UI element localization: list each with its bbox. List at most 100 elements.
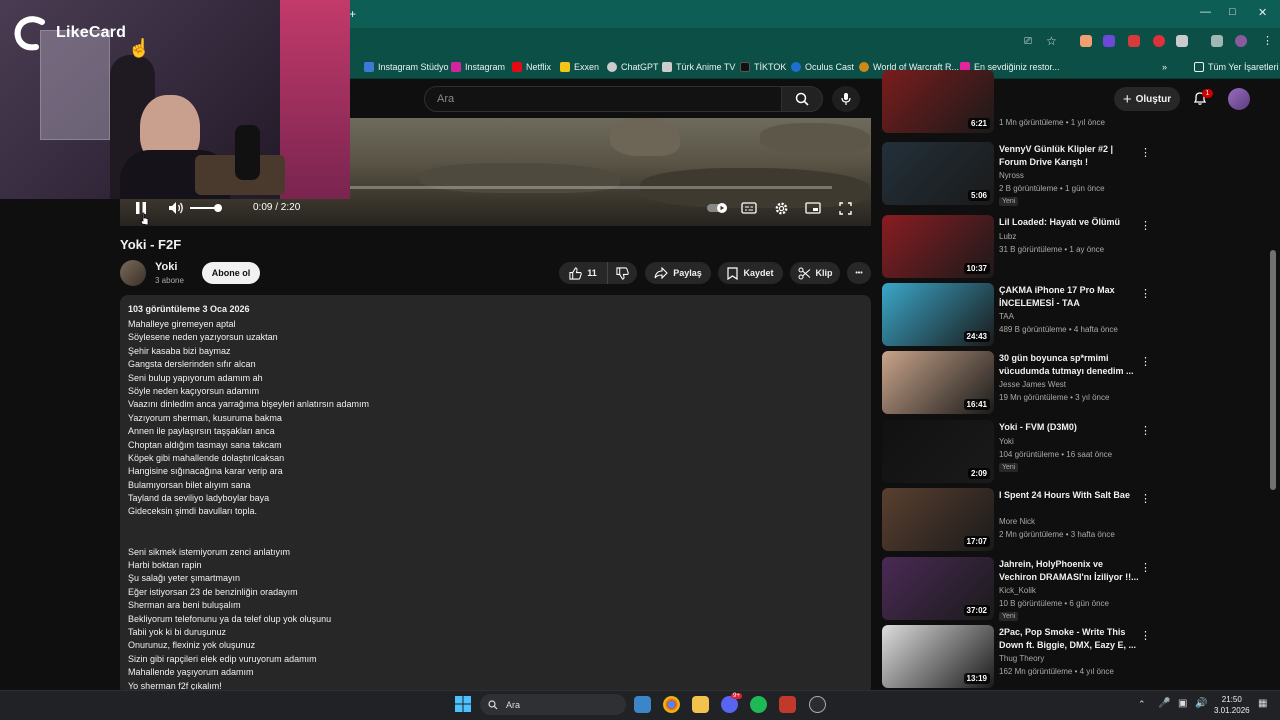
clip-button[interactable]: Klip <box>790 262 840 284</box>
share-button[interactable]: Paylaş <box>645 262 711 284</box>
fullscreen-button[interactable] <box>836 199 854 217</box>
recommendation-card[interactable]: 16:41 30 gün boyunca sp*rmimi vücudumda t… <box>882 351 1182 415</box>
voice-search-button[interactable] <box>832 86 860 112</box>
description-box[interactable]: 103 görüntüleme 3 Oca 2026 Mahalleye gir… <box>120 295 871 695</box>
recommendation-menu-icon[interactable]: ⋮ <box>1140 146 1151 159</box>
recommendation-menu-icon[interactable]: ⋮ <box>1140 424 1151 437</box>
extensions-puzzle-icon[interactable] <box>1176 35 1188 47</box>
recommendation-title[interactable]: ÇAKMA iPhone 17 Pro Max İNCELEMESİ - TAA <box>999 284 1139 309</box>
bookmark-item[interactable]: Netflix <box>512 55 551 79</box>
recommendation-card[interactable]: 37:02 Jahrein, HolyPhoenix ve Vechiron DR… <box>882 557 1182 621</box>
extension-icon[interactable] <box>1153 35 1165 47</box>
bookmark-star-icon[interactable]: ☆ <box>1046 34 1057 48</box>
recommendation-menu-icon[interactable]: ⋮ <box>1140 561 1151 574</box>
miniplayer-button[interactable] <box>804 199 822 217</box>
extension-icon[interactable] <box>1080 35 1092 47</box>
bookmark-item[interactable]: Instagram Stüdyo <box>364 55 449 79</box>
account-avatar[interactable] <box>1228 88 1250 110</box>
bookmark-item[interactable]: Türk Anime TV <box>662 55 735 79</box>
recommendation-menu-icon[interactable]: ⋮ <box>1140 219 1151 232</box>
all-bookmarks-folder[interactable]: Tüm Yer İşaretleri <box>1194 55 1279 79</box>
recommendation-channel[interactable]: More Nick <box>999 517 1035 526</box>
channel-name[interactable]: Yoki <box>155 261 177 273</box>
volume-tray-icon[interactable]: 🔊 <box>1195 698 1207 709</box>
dislike-button[interactable] <box>607 262 637 284</box>
minimize-icon[interactable]: — <box>1200 6 1211 18</box>
recommendation-card[interactable]: 17:07 I Spent 24 Hours With Salt Bae More … <box>882 488 1182 552</box>
recommendation-channel[interactable]: TAA <box>999 312 1014 321</box>
spotify-icon[interactable] <box>750 696 767 713</box>
media-icon[interactable] <box>1211 35 1223 47</box>
extension-icon[interactable] <box>1103 35 1115 47</box>
subtitles-button[interactable] <box>740 199 758 217</box>
tray-overflow-icon[interactable]: ⌃ <box>1138 699 1146 710</box>
recommendation-title[interactable]: 2Pac, Pop Smoke - Write This Down ft. Bi… <box>999 626 1139 651</box>
mute-button[interactable] <box>166 199 186 217</box>
channel-avatar[interactable] <box>120 260 146 286</box>
network-icon[interactable]: ▣ <box>1178 698 1187 709</box>
recommendation-title[interactable]: Yoki - FVM (D3M0) <box>999 421 1139 434</box>
recommendation-card[interactable]: 13:19 2Pac, Pop Smoke - Write This Down f… <box>882 625 1182 689</box>
voicemeeter-icon[interactable] <box>779 696 796 713</box>
recommendation-title[interactable]: Jahrein, HolyPhoenix ve Vechiron DRAMASI… <box>999 558 1139 583</box>
recommendation-card[interactable]: 24:43 ÇAKMA iPhone 17 Pro Max İNCELEMESİ … <box>882 283 1182 347</box>
volume-slider-handle[interactable] <box>214 204 222 212</box>
save-button[interactable]: Kaydet <box>718 262 783 284</box>
new-tab-button[interactable]: + <box>349 7 356 21</box>
menu-kebab-icon[interactable]: ⋮ <box>1262 34 1273 47</box>
recommendation-thumbnail[interactable]: 5:06 <box>882 142 994 205</box>
photos-app-icon[interactable] <box>634 696 651 713</box>
notification-center-icon[interactable]: ▦ <box>1258 698 1267 709</box>
extension-icon[interactable] <box>1128 35 1140 47</box>
recommendation-thumbnail[interactable]: 37:02 <box>882 557 994 620</box>
recommendation-channel[interactable]: Yoki <box>999 437 1014 446</box>
recommendation-title[interactable]: VennyV Günlük Klipler #2 | Forum Drive K… <box>999 143 1139 168</box>
recommendation-menu-icon[interactable]: ⋮ <box>1140 492 1151 505</box>
recommendation-thumbnail[interactable]: 24:43 <box>882 283 994 346</box>
recommendation-card[interactable]: 5:06 VennyV Günlük Klipler #2 | Forum Dri… <box>882 142 1182 206</box>
recommendation-thumbnail[interactable]: 13:19 <box>882 625 994 688</box>
recommendation-channel[interactable]: Kick_Kolik <box>999 586 1036 595</box>
maximize-icon[interactable]: □ <box>1229 6 1236 18</box>
profile-avatar-icon[interactable] <box>1235 35 1247 47</box>
recommendation-card[interactable]: 10:37 Lil Loaded: Hayatı ve Ölümü Lubz 31 B… <box>882 215 1182 279</box>
tray-mic-icon[interactable]: 🎤 <box>1158 698 1170 709</box>
cast-icon[interactable]: ⎚ <box>1024 36 1032 47</box>
windows-start-icon[interactable] <box>455 696 471 712</box>
bookmark-item[interactable]: TİKTOK <box>740 55 786 79</box>
recommendation-card[interactable]: 2:09 Yoki - FVM (D3M0) Yoki 104 görüntüleme… <box>882 420 1182 484</box>
recommendation-thumbnail[interactable]: 2:09 <box>882 420 994 483</box>
bookmark-item[interactable]: Instagram <box>451 55 505 79</box>
recommendation-menu-icon[interactable]: ⋮ <box>1140 629 1151 642</box>
recommendation-channel[interactable]: Jesse James West <box>999 380 1066 389</box>
recommendation-thumbnail[interactable]: 10:37 <box>882 215 994 278</box>
recommendation-thumbnail[interactable]: 16:41 <box>882 351 994 414</box>
recommendation-menu-icon[interactable]: ⋮ <box>1140 287 1151 300</box>
autoplay-toggle[interactable] <box>706 199 728 217</box>
close-icon[interactable]: ✕ <box>1258 6 1267 19</box>
like-button[interactable]: 11 <box>559 262 607 284</box>
steam-icon[interactable] <box>809 696 826 713</box>
settings-button[interactable] <box>772 199 790 217</box>
recommendation-title[interactable]: 30 gün boyunca sp*rmimi vücudumda tutmay… <box>999 352 1139 377</box>
recommendation-channel[interactable]: Nyross <box>999 171 1024 180</box>
taskbar-clock[interactable]: 21:50 3.01.2026 <box>1214 694 1250 716</box>
recommendation-channel[interactable]: Lubz <box>999 232 1016 241</box>
recommendation-title[interactable]: I Spent 24 Hours With Salt Bae <box>999 489 1139 502</box>
recommendation-thumbnail[interactable]: 17:07 <box>882 488 994 551</box>
search-input[interactable]: Ara <box>424 86 782 112</box>
recommendation-thumbnail[interactable]: 6:21 <box>882 70 994 133</box>
search-button[interactable] <box>781 86 823 112</box>
bookmark-item[interactable]: ChatGPT <box>607 55 659 79</box>
recommendation-channel[interactable]: Thug Theory <box>999 654 1044 663</box>
recommendation-card[interactable]: 6:21 1 Mn görüntüleme • 1 yıl önce <box>882 70 1182 134</box>
chrome-icon[interactable] <box>663 696 680 713</box>
more-actions-button[interactable]: ••• <box>847 262 871 284</box>
subscribe-button[interactable]: Abone ol <box>202 262 260 284</box>
recommendation-title[interactable]: Lil Loaded: Hayatı ve Ölümü <box>999 216 1139 229</box>
file-explorer-icon[interactable] <box>692 696 709 713</box>
taskbar-search[interactable]: Ara <box>480 694 626 715</box>
scrollbar-thumb[interactable] <box>1270 250 1276 490</box>
bookmark-item[interactable]: Exxen <box>560 55 599 79</box>
recommendation-menu-icon[interactable]: ⋮ <box>1140 355 1151 368</box>
